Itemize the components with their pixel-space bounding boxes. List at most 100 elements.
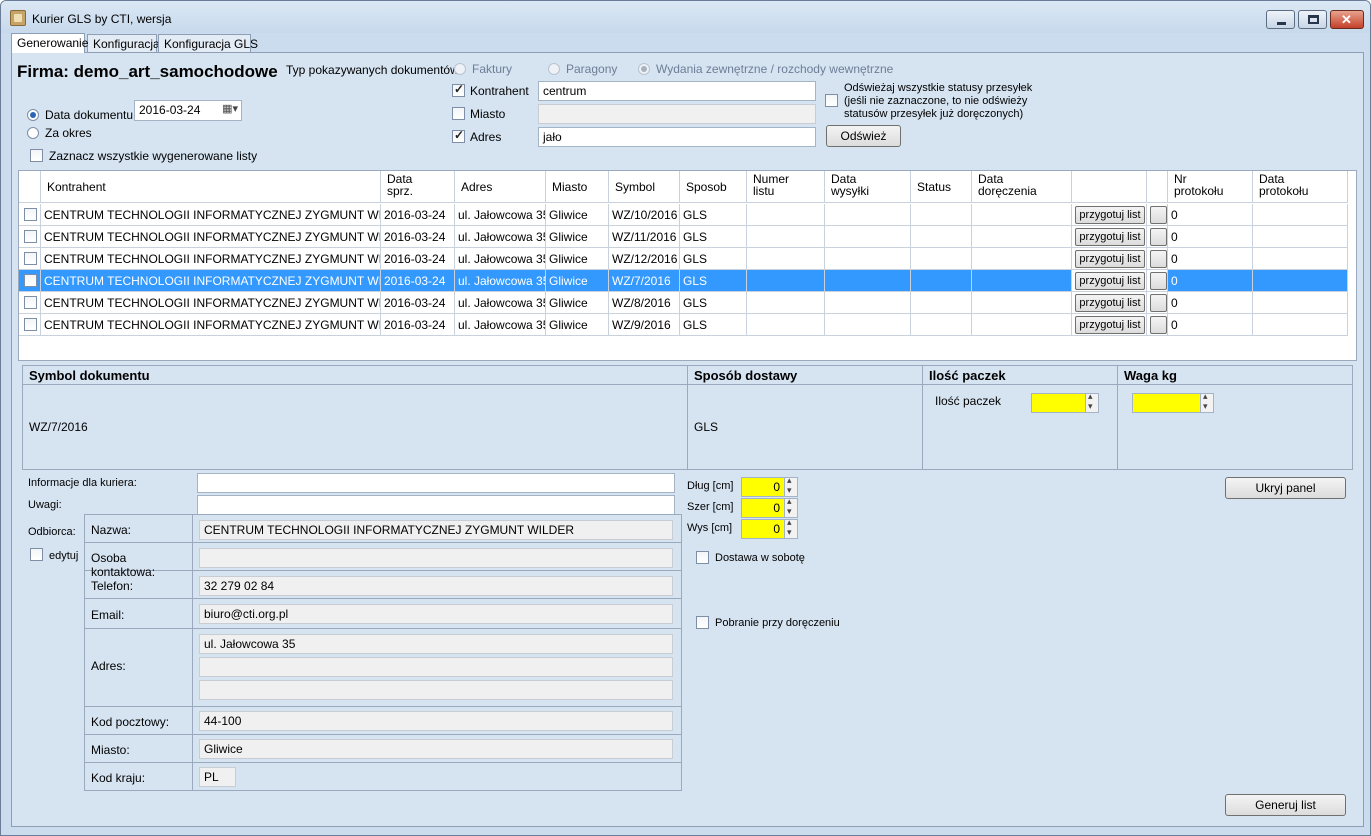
cell-adres[interactable]: ul. Jałowcowa 35 [455, 270, 546, 292]
cell[interactable] [972, 314, 1072, 336]
refresh-button[interactable]: Odśwież [826, 125, 901, 147]
row-action-button[interactable] [1150, 316, 1167, 334]
select-all-checkbox[interactable] [30, 149, 43, 162]
cell[interactable] [747, 314, 825, 336]
radio-za-okres[interactable] [27, 127, 39, 139]
grid-header-4[interactable]: Miasto [546, 171, 609, 203]
miasto-checkbox[interactable] [452, 107, 465, 120]
cell-data[interactable]: 2016-03-24 [381, 204, 455, 226]
cell-adres[interactable]: ul. Jałowcowa 35 [455, 292, 546, 314]
generate-button[interactable]: Generuj list [1225, 794, 1346, 816]
grid-header-7[interactable]: Numer listu [747, 171, 825, 203]
adres-checkbox[interactable] [452, 128, 465, 143]
grid-header-0[interactable] [19, 171, 41, 203]
osoba-input[interactable] [199, 548, 673, 568]
prepare-list-button[interactable]: przygotuj list [1075, 206, 1145, 224]
table-row[interactable]: CENTRUM TECHNOLOGII INFORMATYCZNEJ ZYGMU… [19, 314, 1355, 336]
ilosc-stepper[interactable] [1031, 391, 1099, 413]
cell-data[interactable]: 2016-03-24 [381, 292, 455, 314]
row-checkbox[interactable] [24, 252, 37, 265]
table-row[interactable]: CENTRUM TECHNOLOGII INFORMATYCZNEJ ZYGMU… [19, 204, 1355, 226]
kontrahent-input[interactable]: centrum [538, 81, 816, 101]
kraj-input[interactable]: PL [199, 767, 236, 787]
row-action-button[interactable] [1150, 206, 1167, 224]
wys-stepper[interactable]: 0 [741, 517, 798, 539]
radio-paragony[interactable] [548, 63, 560, 75]
uwagi-input[interactable] [197, 495, 675, 515]
cell[interactable] [747, 248, 825, 270]
cell-kontrahent[interactable]: CENTRUM TECHNOLOGII INFORMATYCZNEJ ZYGMU… [41, 204, 381, 226]
cell[interactable] [972, 292, 1072, 314]
cell-adres[interactable]: ul. Jałowcowa 35 [455, 248, 546, 270]
cell-symbol[interactable]: WZ/11/2016 [609, 226, 680, 248]
spin-arrows-icon[interactable] [784, 517, 797, 538]
cell[interactable] [1253, 204, 1348, 226]
radio-wydania[interactable] [638, 63, 650, 75]
miasto-input[interactable] [538, 104, 816, 124]
cell-sposob[interactable]: GLS [680, 270, 747, 292]
cell-adres[interactable]: ul. Jałowcowa 35 [455, 314, 546, 336]
cell[interactable] [825, 248, 911, 270]
grid-header-13[interactable]: Nr protokołu [1168, 171, 1253, 203]
cell-data[interactable]: 2016-03-24 [381, 226, 455, 248]
cell[interactable] [747, 226, 825, 248]
cell[interactable] [747, 204, 825, 226]
waga-stepper[interactable] [1132, 391, 1214, 413]
info-input[interactable] [197, 473, 675, 493]
cell-miasto[interactable]: Gliwice [546, 226, 609, 248]
grid-header-3[interactable]: Adres [455, 171, 546, 203]
cell-symbol[interactable]: WZ/10/2016 [609, 204, 680, 226]
cell-nr_protokolu[interactable]: 0 [1168, 292, 1253, 314]
cell-data[interactable]: 2016-03-24 [381, 248, 455, 270]
radio-data-dokumentu[interactable] [27, 109, 39, 121]
prepare-list-button[interactable]: przygotuj list [1075, 294, 1145, 312]
cell[interactable] [911, 226, 972, 248]
calendar-icon[interactable]: ▦▾ [222, 102, 238, 115]
close-button[interactable]: ✕ [1330, 10, 1364, 29]
adres-line-3[interactable] [199, 680, 673, 700]
cell-kontrahent[interactable]: CENTRUM TECHNOLOGII INFORMATYCZNEJ ZYGMU… [41, 314, 381, 336]
refresh-all-checkbox[interactable] [825, 94, 838, 107]
cell[interactable] [911, 248, 972, 270]
kod-input[interactable]: 44-100 [199, 711, 673, 731]
cell[interactable] [1253, 248, 1348, 270]
cell-kontrahent[interactable]: CENTRUM TECHNOLOGII INFORMATYCZNEJ ZYGMU… [41, 292, 381, 314]
cell-miasto[interactable]: Gliwice [546, 270, 609, 292]
cell-sposob[interactable]: GLS [680, 248, 747, 270]
prepare-list-button[interactable]: przygotuj list [1075, 250, 1145, 268]
cell-symbol[interactable]: WZ/8/2016 [609, 292, 680, 314]
cell[interactable] [1253, 270, 1348, 292]
szer-stepper[interactable]: 0 [741, 496, 798, 518]
cell[interactable] [825, 204, 911, 226]
telefon-input[interactable]: 32 279 02 84 [199, 576, 673, 596]
hide-panel-button[interactable]: Ukryj panel [1225, 477, 1346, 499]
cell[interactable] [1253, 226, 1348, 248]
row-action-button[interactable] [1150, 250, 1167, 268]
spin-arrows-icon[interactable] [1085, 391, 1098, 412]
spin-arrows-icon[interactable] [784, 496, 797, 517]
minimize-button[interactable] [1266, 10, 1295, 29]
miasto-recipient-input[interactable]: Gliwice [199, 739, 673, 759]
row-action-button[interactable] [1150, 272, 1167, 290]
cell[interactable] [972, 204, 1072, 226]
row-checkbox[interactable] [24, 274, 37, 287]
cell[interactable] [911, 204, 972, 226]
spin-arrows-icon[interactable] [1200, 391, 1213, 412]
grid-header-6[interactable]: Sposob [680, 171, 747, 203]
grid-header-10[interactable]: Data doręczenia [972, 171, 1072, 203]
cell-nr_protokolu[interactable]: 0 [1168, 314, 1253, 336]
cell[interactable] [972, 248, 1072, 270]
cell-kontrahent[interactable]: CENTRUM TECHNOLOGII INFORMATYCZNEJ ZYGMU… [41, 248, 381, 270]
cell-sposob[interactable]: GLS [680, 314, 747, 336]
cell[interactable] [1253, 314, 1348, 336]
cell-adres[interactable]: ul. Jałowcowa 35 [455, 226, 546, 248]
adres-line-2[interactable] [199, 657, 673, 677]
row-checkbox[interactable] [24, 208, 37, 221]
grid-header-9[interactable]: Status [911, 171, 972, 203]
cell-adres[interactable]: ul. Jałowcowa 35 [455, 204, 546, 226]
cell-miasto[interactable]: Gliwice [546, 248, 609, 270]
table-row[interactable]: CENTRUM TECHNOLOGII INFORMATYCZNEJ ZYGMU… [19, 226, 1355, 248]
prepare-list-button[interactable]: przygotuj list [1075, 228, 1145, 246]
grid-header-12[interactable] [1147, 171, 1168, 203]
cell-sposob[interactable]: GLS [680, 226, 747, 248]
